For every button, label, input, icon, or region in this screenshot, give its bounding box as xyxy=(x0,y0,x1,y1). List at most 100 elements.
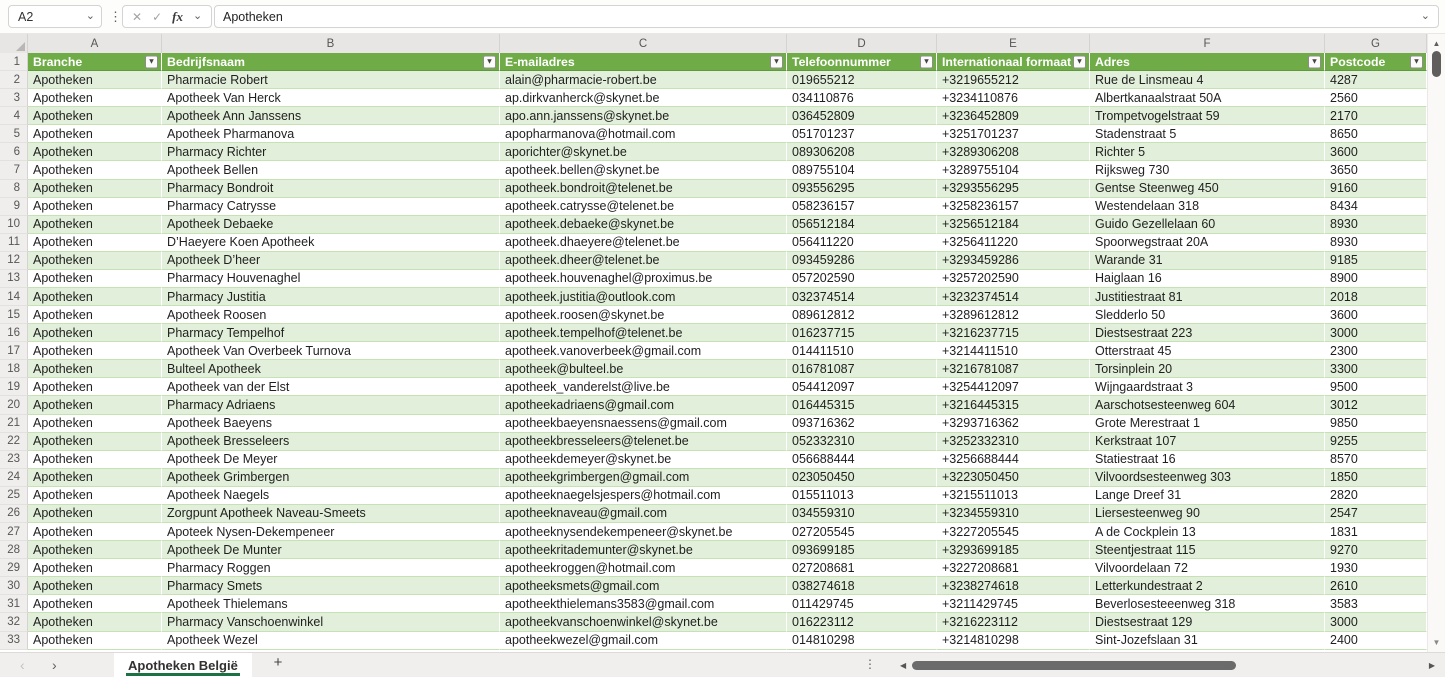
cell[interactable]: 056688444 xyxy=(787,450,937,469)
cell[interactable]: Pharmacy Richter xyxy=(162,143,500,162)
header-cell[interactable]: Bedrijfsnaam ▾ xyxy=(162,53,500,72)
cell[interactable]: apotheek.tempelhof@telenet.be xyxy=(500,324,787,343)
header-cell[interactable]: Postcode ▾ xyxy=(1325,53,1427,72)
cell[interactable]: Aarschotsesteenweg 604 xyxy=(1090,396,1325,415)
cell[interactable]: apotheek.bellen@skynet.be xyxy=(500,161,787,180)
cell[interactable]: 1930 xyxy=(1325,559,1427,578)
cell[interactable]: 089612812 xyxy=(787,306,937,325)
cell[interactable]: 2400 xyxy=(1325,631,1427,650)
cell[interactable]: 051701237 xyxy=(787,125,937,144)
cell[interactable]: 093716362 xyxy=(787,414,937,433)
cell[interactable]: Steentjestraat 115 xyxy=(1090,541,1325,560)
cell[interactable]: +3293459286 xyxy=(937,251,1090,270)
cell[interactable]: Apotheken xyxy=(28,179,162,198)
cell[interactable]: Apotheken xyxy=(28,613,162,632)
cell[interactable]: 8900 xyxy=(1325,269,1427,289)
cell[interactable]: Wijngaardstraat 3 xyxy=(1090,378,1325,397)
cancel-icon[interactable]: ✕ xyxy=(132,10,142,24)
header-cell[interactable]: E-mailadres ▾ xyxy=(500,53,787,72)
cell[interactable]: apotheek.debaeke@skynet.be xyxy=(500,215,787,234)
cell[interactable]: 8650 xyxy=(1325,125,1427,144)
cell[interactable]: Apotheek Naegels xyxy=(162,486,500,505)
row-header-2[interactable]: 2 xyxy=(0,71,28,90)
cell[interactable]: Lange Dreef 31 xyxy=(1090,486,1325,505)
cell[interactable]: +3216445315 xyxy=(937,396,1090,415)
row-header-12[interactable]: 12 xyxy=(0,251,28,270)
filter-button[interactable]: ▾ xyxy=(770,55,783,69)
cell[interactable]: +3293699185 xyxy=(937,541,1090,560)
cell[interactable]: +3219655212 xyxy=(937,71,1090,90)
cell[interactable]: apotheeknaegelsjespers@hotmail.com xyxy=(500,486,787,505)
cell[interactable]: alain@pharmacie-robert.be xyxy=(500,71,787,90)
cell[interactable]: Pharmacy Vanschoenwinkel xyxy=(162,613,500,632)
row-header-19[interactable]: 19 xyxy=(0,378,28,397)
cell[interactable]: +3238274618 xyxy=(937,577,1090,596)
cell[interactable]: +3216223112 xyxy=(937,613,1090,632)
filter-button[interactable]: ▾ xyxy=(145,55,158,69)
cell[interactable]: A de Cockplein 13 xyxy=(1090,523,1325,542)
row-header-16[interactable]: 16 xyxy=(0,324,28,343)
cell[interactable]: apotheek.roosen@skynet.be xyxy=(500,306,787,325)
cell[interactable]: Apotheken xyxy=(28,107,162,126)
cell[interactable]: Apotheek Roosen xyxy=(162,306,500,325)
cell[interactable]: Sint-Jozefslaan 31 xyxy=(1090,631,1325,650)
cell[interactable]: Spoorwegstraat 20A xyxy=(1090,233,1325,252)
cell[interactable]: Apotheken xyxy=(28,342,162,361)
cell[interactable]: Vilvoordelaan 72 xyxy=(1090,559,1325,578)
cell[interactable]: 027205545 xyxy=(787,523,937,542)
cell[interactable]: Apotheken xyxy=(28,306,162,325)
row-header-13[interactable]: 13 xyxy=(0,269,28,289)
cell[interactable]: 027208681 xyxy=(787,559,937,578)
cell[interactable]: Rijksweg 730 xyxy=(1090,161,1325,180)
chevron-down-icon[interactable]: ⌄ xyxy=(86,11,95,22)
cell[interactable]: apotheek.justitia@outlook.com xyxy=(500,288,787,307)
cell[interactable]: +3223050450 xyxy=(937,468,1090,487)
cell[interactable]: 034559310 xyxy=(787,504,937,524)
cell[interactable]: +3214411510 xyxy=(937,342,1090,361)
cell[interactable]: Pharmacy Roggen xyxy=(162,559,500,578)
cell[interactable]: 016223112 xyxy=(787,613,937,632)
cell[interactable]: 019655212 xyxy=(787,71,937,90)
row-header-4[interactable]: 4 xyxy=(0,107,28,126)
scroll-up-icon[interactable]: ▲ xyxy=(1428,39,1445,48)
header-cell[interactable]: Internationaal formaat ▾ xyxy=(937,53,1090,72)
row-header-3[interactable]: 3 xyxy=(0,89,28,108)
cell[interactable]: +3258236157 xyxy=(937,197,1090,216)
row-header-7[interactable]: 7 xyxy=(0,161,28,180)
cell[interactable]: Haiglaan 16 xyxy=(1090,269,1325,289)
cell[interactable]: 089306208 xyxy=(787,143,937,162)
cell[interactable]: D’Haeyere Koen Apotheek xyxy=(162,233,500,252)
cell[interactable]: +3254412097 xyxy=(937,378,1090,397)
cell[interactable]: +3289612812 xyxy=(937,306,1090,325)
row-header-26[interactable]: 26 xyxy=(0,504,28,524)
cell[interactable]: Apotheken xyxy=(28,143,162,162)
formula-bar[interactable]: Apotheken ⌄ xyxy=(214,5,1439,28)
cell[interactable]: Apotheek Thielemans xyxy=(162,595,500,614)
row-header-28[interactable]: 28 xyxy=(0,541,28,560)
cell[interactable]: Apotheek Bresseleers xyxy=(162,432,500,451)
row-header-21[interactable]: 21 xyxy=(0,414,28,433)
cell[interactable]: Apotheek Van Overbeek Turnova xyxy=(162,342,500,361)
cell[interactable]: Statiestraat 16 xyxy=(1090,450,1325,469)
cell[interactable]: Pharmacy Houvenaghel xyxy=(162,269,500,289)
cell[interactable]: +3216237715 xyxy=(937,324,1090,343)
cell[interactable]: Apotheken xyxy=(28,269,162,289)
row-header-23[interactable]: 23 xyxy=(0,450,28,469)
column-header-G[interactable]: G xyxy=(1325,34,1427,53)
cell[interactable]: +3256512184 xyxy=(937,215,1090,234)
column-header-D[interactable]: D xyxy=(787,34,937,53)
cell[interactable]: Bulteel Apotheek xyxy=(162,360,500,379)
cell[interactable]: Apotheken xyxy=(28,197,162,216)
cell[interactable]: 3012 xyxy=(1325,396,1427,415)
column-header-A[interactable]: A xyxy=(28,34,162,53)
scroll-left-icon[interactable]: ◀ xyxy=(900,661,906,670)
cell[interactable]: Sledderlo 50 xyxy=(1090,306,1325,325)
cell[interactable]: Apotheek D’heer xyxy=(162,251,500,270)
cell[interactable]: Liersesteenweg 90 xyxy=(1090,504,1325,524)
cell[interactable]: Otterstraat 45 xyxy=(1090,342,1325,361)
cell[interactable]: 014411510 xyxy=(787,342,937,361)
cell[interactable]: Gentse Steenweg 450 xyxy=(1090,179,1325,198)
horizontal-scrollbar[interactable]: ◀ ▶ xyxy=(896,657,1437,673)
cell[interactable]: 015511013 xyxy=(787,486,937,505)
cell[interactable]: 016781087 xyxy=(787,360,937,379)
